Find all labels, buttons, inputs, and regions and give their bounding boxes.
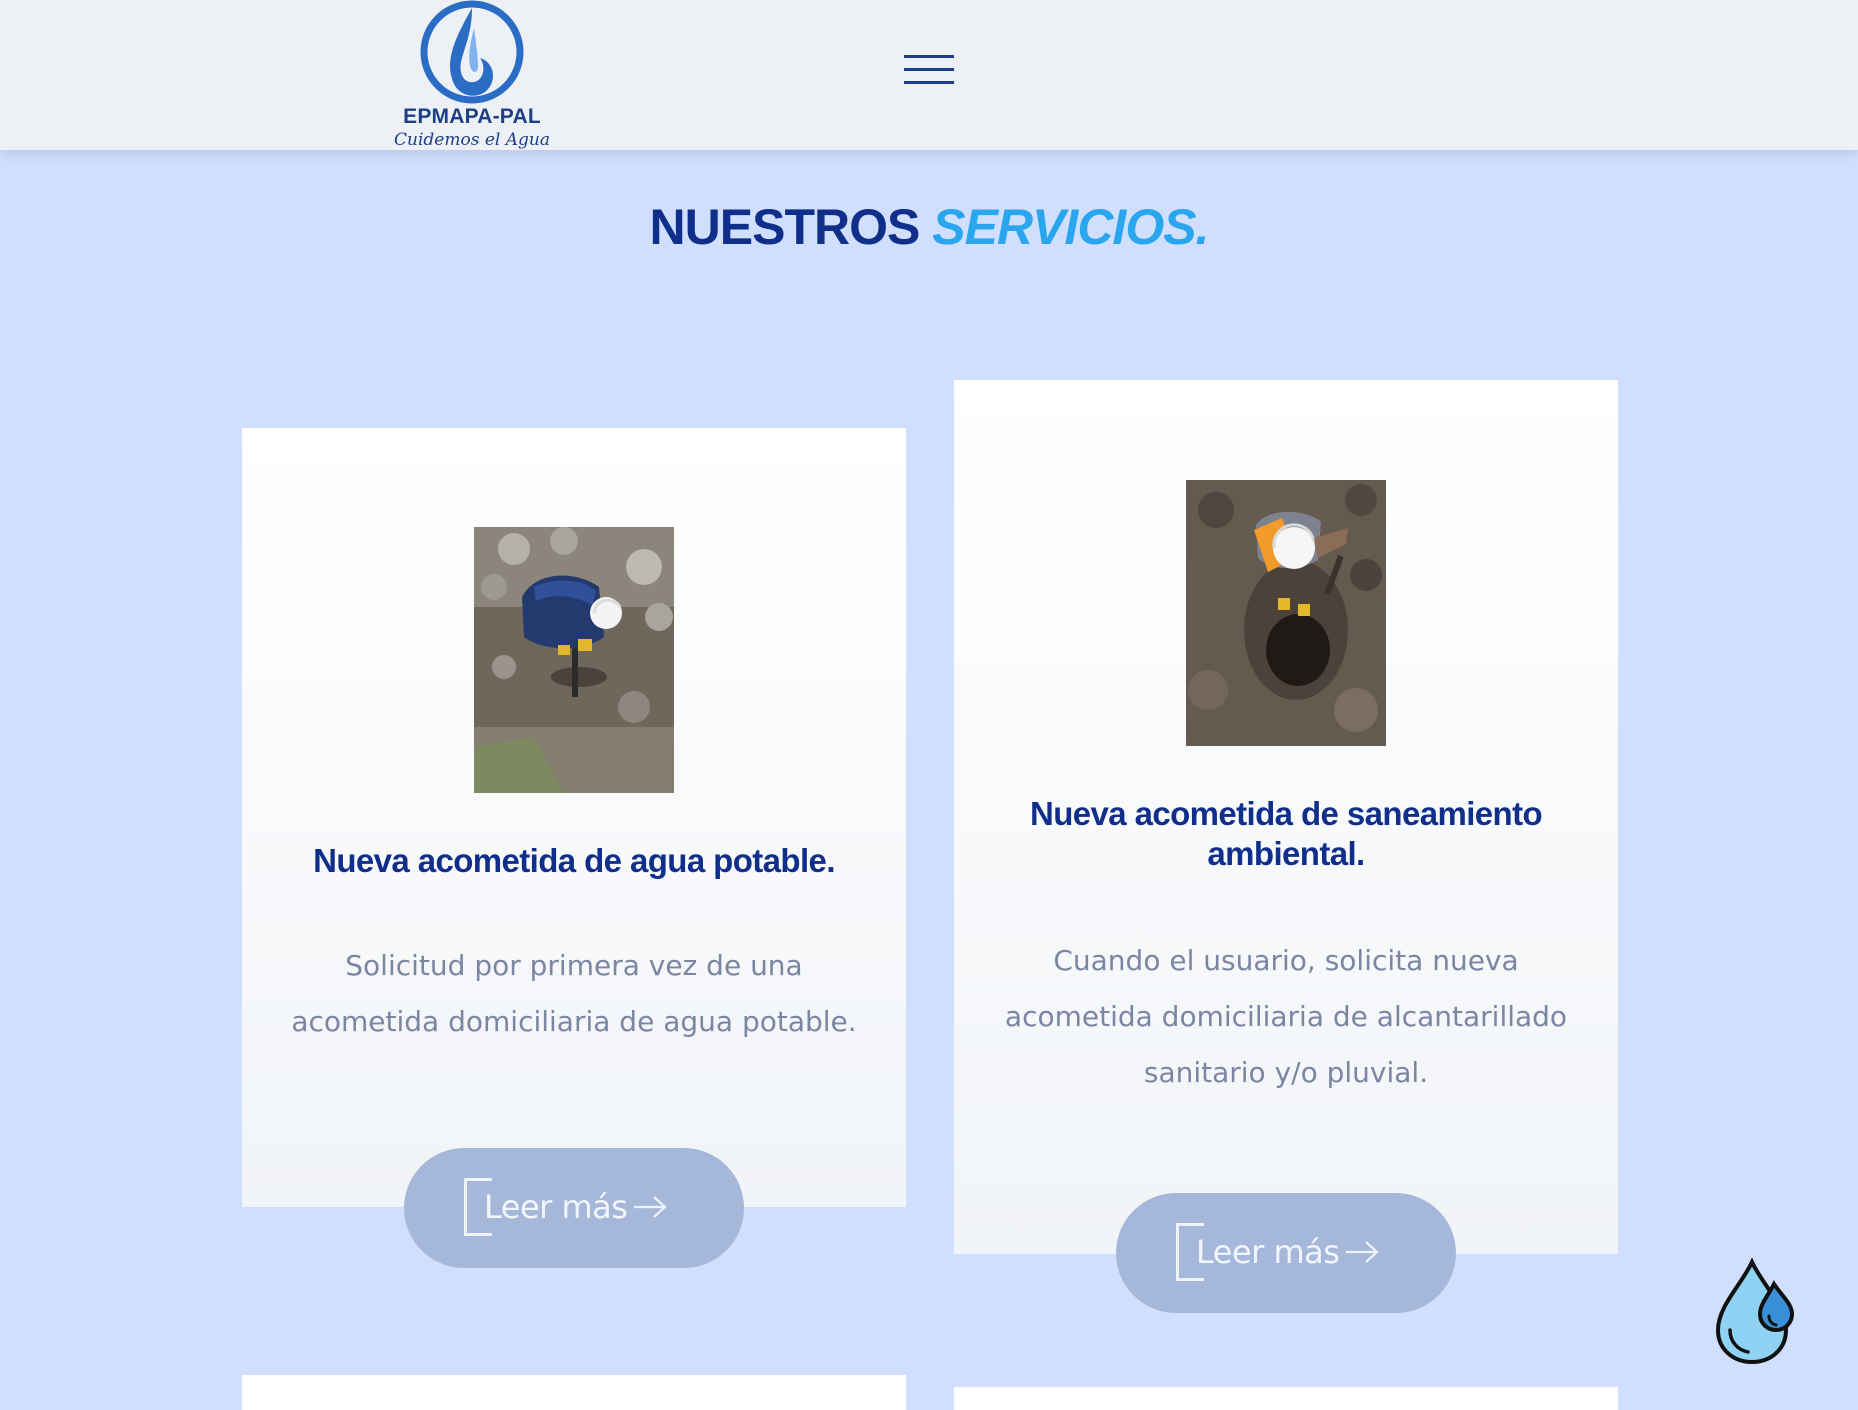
service-card: Nueva acometida de saneamiento ambiental… bbox=[954, 380, 1618, 1254]
logo-name: EPMAPA-PAL bbox=[403, 105, 541, 128]
section-title-accent: SERVICIOS. bbox=[932, 199, 1209, 255]
page: EPMAPA-PAL Cuidemos el Agua NUESTROS SER… bbox=[0, 0, 1858, 1410]
service-image-water-connection bbox=[474, 527, 674, 793]
service-card: Nueva acometida de agua potable. Solicit… bbox=[242, 428, 906, 1207]
site-logo[interactable]: EPMAPA-PAL Cuidemos el Agua bbox=[392, 0, 552, 158]
read-more-label: Leer más bbox=[484, 1188, 628, 1226]
arrow-right-icon bbox=[1346, 1241, 1379, 1263]
service-card bbox=[954, 1387, 1618, 1410]
water-drop-icon[interactable] bbox=[1712, 1257, 1798, 1366]
service-title: Nueva acometida de agua potable. bbox=[313, 842, 835, 879]
service-card bbox=[242, 1375, 906, 1410]
section-title: NUESTROS SERVICIOS. bbox=[0, 198, 1858, 256]
logo-tagline: Cuidemos el Agua bbox=[394, 130, 550, 150]
section-title-main: NUESTROS bbox=[649, 199, 921, 255]
hamburger-menu-icon[interactable] bbox=[900, 52, 956, 92]
service-description: Solicitud por primera vez de una acometi… bbox=[291, 949, 857, 1038]
service-title: Nueva acometida de saneamiento ambiental… bbox=[1029, 795, 1543, 872]
water-drop-logo-icon bbox=[420, 0, 524, 104]
service-description: Cuando el usuario, solicita nueva acomet… bbox=[1004, 944, 1568, 1089]
read-more-button[interactable]: Leer más bbox=[1116, 1193, 1456, 1313]
arrow-right-icon bbox=[634, 1196, 667, 1218]
read-more-button[interactable]: Leer más bbox=[404, 1148, 744, 1268]
read-more-label: Leer más bbox=[1196, 1233, 1340, 1271]
site-header bbox=[0, 0, 1858, 150]
service-image-sewer-connection bbox=[1186, 480, 1386, 746]
